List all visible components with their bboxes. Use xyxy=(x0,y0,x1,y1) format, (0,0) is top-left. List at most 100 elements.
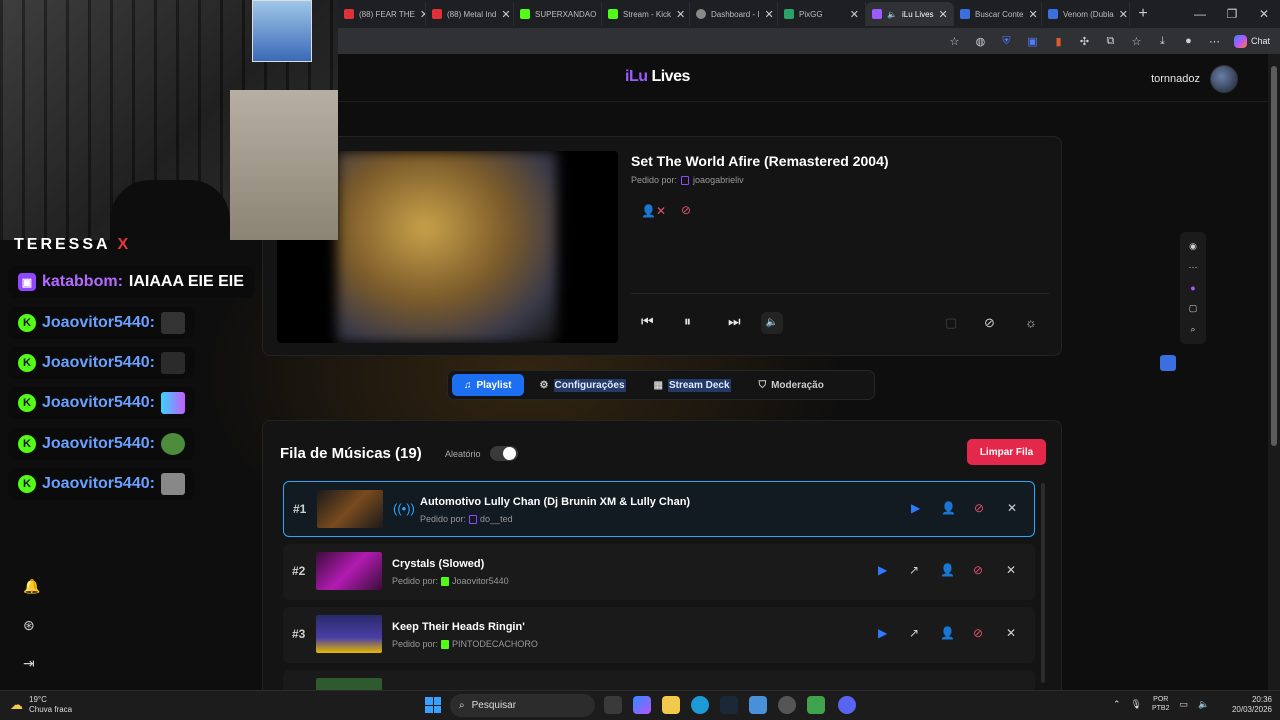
minimize-button[interactable]: — xyxy=(1184,7,1216,21)
display-icon[interactable]: ▭ xyxy=(1180,699,1189,710)
queue-row[interactable]: #2 Crystals (Slowed) Pedido por: Joaovito… xyxy=(283,544,1035,600)
page-scrollbar[interactable] xyxy=(1268,54,1280,690)
start-button[interactable] xyxy=(425,697,441,713)
extension-icon[interactable]: ◍ xyxy=(974,35,987,48)
tab-playlist[interactable]: ♫ Playlist xyxy=(452,374,524,396)
block-song-icon[interactable]: ⊘ xyxy=(973,563,983,577)
more-icon[interactable]: ⋯ xyxy=(1208,35,1221,48)
close-window-button[interactable]: ✕ xyxy=(1248,7,1280,21)
volume-icon[interactable]: 🔈 xyxy=(1198,699,1209,710)
ban-user-icon[interactable]: 👤 xyxy=(940,563,955,577)
play-button[interactable]: ▶ xyxy=(878,563,887,577)
browser-tab[interactable]: PixGG ✕ xyxy=(778,2,866,26)
edge-icon[interactable] xyxy=(691,696,709,714)
copilot-icon[interactable] xyxy=(633,696,651,714)
boost-icon[interactable]: ↗ xyxy=(909,563,919,577)
browser-tab[interactable]: Venom (Dubla ✕ xyxy=(1042,2,1130,26)
play-button[interactable]: ▶ xyxy=(911,501,920,515)
audio-icon: 🔈 xyxy=(887,9,897,19)
close-tab-icon[interactable]: ✕ xyxy=(1119,8,1128,21)
ban-user-icon[interactable]: 👤✕ xyxy=(641,204,666,218)
xbox-icon[interactable] xyxy=(807,696,825,714)
file-explorer-icon[interactable] xyxy=(662,696,680,714)
copilot-chat-button[interactable]: Chat xyxy=(1233,34,1270,48)
language-indicator[interactable]: POR PTB2 xyxy=(1152,695,1170,713)
hide-icon[interactable]: ◉ xyxy=(1189,241,1197,252)
clock[interactable]: 20:36 20/03/2026 xyxy=(1222,695,1272,715)
queue-scrollbar[interactable] xyxy=(1041,483,1045,683)
copilot-icon[interactable]: ● xyxy=(1190,283,1195,293)
close-tab-icon[interactable]: ✕ xyxy=(850,8,859,21)
boost-icon[interactable]: ↗ xyxy=(909,626,919,640)
volume-button[interactable]: 🔈 xyxy=(761,312,783,334)
favorite-star-icon[interactable]: ☆ xyxy=(948,35,961,48)
close-tab-icon[interactable]: ✕ xyxy=(676,8,685,21)
help-icon[interactable]: ⊛ xyxy=(23,617,35,634)
tab-stream-deck[interactable]: ▦ Stream Deck xyxy=(642,374,743,396)
close-tab-icon[interactable]: ✕ xyxy=(501,8,510,21)
translate-icon[interactable]: ▣ xyxy=(1026,35,1039,48)
site-logo[interactable]: iLu Lives xyxy=(625,68,690,86)
browser-tab-active[interactable]: 🔈 iLu Lives ✕ xyxy=(866,2,954,26)
logout-icon[interactable]: ⇥ xyxy=(23,655,35,672)
microphone-icon[interactable]: 🎙 xyxy=(1131,699,1142,710)
split-screen-icon[interactable]: ⧉ xyxy=(1104,35,1117,48)
browser-tab[interactable]: (88) Metal Ind ✕ xyxy=(426,2,514,26)
photos-icon[interactable] xyxy=(749,696,767,714)
profile-icon[interactable]: ● xyxy=(1182,35,1195,47)
copy-icon[interactable]: ▢ xyxy=(1189,303,1198,314)
weather-widget[interactable]: ☁ 19°C Chuva fraca xyxy=(10,695,72,715)
browser-tab[interactable]: Stream - Kick ✕ xyxy=(602,2,690,26)
chevron-up-icon[interactable]: ⌃ xyxy=(1113,699,1121,710)
shuffle-toggle[interactable] xyxy=(490,446,518,461)
chat-message: K Joaovitor5440: xyxy=(8,307,195,339)
fullscreen-icon[interactable]: ▢ xyxy=(945,315,957,331)
tab-settings[interactable]: ⚙ Configurações xyxy=(528,374,638,396)
more-icon[interactable]: ⋯ xyxy=(1189,262,1198,273)
shield-icon[interactable]: ⛨ xyxy=(1000,35,1013,48)
play-button[interactable]: ▶ xyxy=(878,626,887,640)
browser-tab[interactable]: Buscar Conte ✕ xyxy=(954,2,1042,26)
browser-tab[interactable]: Dashboard - I ✕ xyxy=(690,2,778,26)
notification-bell-icon[interactable]: 🔔 xyxy=(23,578,40,595)
app-icon[interactable] xyxy=(778,696,796,714)
close-tab-icon[interactable]: ✕ xyxy=(764,8,773,21)
queue-row[interactable]: #3 Keep Their Heads Ringin' Pedido por: P… xyxy=(283,607,1035,663)
favorites-icon[interactable]: ☆ xyxy=(1130,35,1143,48)
taskbar-search[interactable]: ⌕ Pesquisar xyxy=(450,694,595,717)
scrollbar-thumb[interactable] xyxy=(1271,66,1277,446)
new-tab-button[interactable]: + xyxy=(1130,5,1156,23)
download-icon[interactable]: ⤓ xyxy=(1156,35,1169,48)
search-icon[interactable]: ⌕ xyxy=(1190,324,1195,335)
twitch-icon xyxy=(681,175,690,185)
maximize-button[interactable]: ❐ xyxy=(1216,7,1248,21)
translate-extension-icon[interactable] xyxy=(1160,355,1176,371)
block-song-icon[interactable]: ⊘ xyxy=(974,501,984,515)
steam-icon[interactable] xyxy=(720,696,738,714)
office-icon[interactable]: ▮ xyxy=(1052,35,1065,48)
next-button[interactable]: ⏭ xyxy=(728,313,741,330)
close-tab-icon[interactable]: ✕ xyxy=(1028,8,1037,21)
hide-video-icon[interactable]: ⊘ xyxy=(984,315,995,331)
tab-moderation[interactable]: ⛉ Moderação xyxy=(747,374,836,396)
browser-tab[interactable]: (88) FEAR THE✕ xyxy=(338,2,426,26)
queue-row[interactable]: #1 ((•)) Automotivo Lully Chan (Dj Bruni… xyxy=(283,481,1035,537)
block-song-icon[interactable]: ⊘ xyxy=(681,203,691,217)
brightness-icon[interactable]: ☼ xyxy=(1025,315,1037,330)
pause-button[interactable]: ⏸ xyxy=(684,313,691,330)
discord-icon[interactable] xyxy=(838,696,856,714)
block-song-icon[interactable]: ⊘ xyxy=(973,626,983,640)
user-menu[interactable]: tornnadoz xyxy=(1151,65,1238,93)
clear-queue-button[interactable]: Limpar Fila xyxy=(967,439,1046,465)
remove-icon[interactable]: ✕ xyxy=(1007,501,1017,515)
ban-user-icon[interactable]: 👤 xyxy=(940,626,955,640)
task-view-icon[interactable] xyxy=(604,696,622,714)
now-playing-requester: Pedido por: joaogabrieliv xyxy=(631,175,744,185)
browser-tab[interactable]: SUPERXANDAO✕ xyxy=(514,2,602,26)
remove-icon[interactable]: ✕ xyxy=(1006,563,1016,577)
remove-icon[interactable]: ✕ xyxy=(1006,626,1016,640)
close-tab-icon[interactable]: ✕ xyxy=(939,8,948,21)
puzzle-icon[interactable]: ✣ xyxy=(1078,35,1091,48)
ban-user-icon[interactable]: 👤 xyxy=(941,501,956,515)
previous-button[interactable]: ⏮ xyxy=(641,313,654,330)
